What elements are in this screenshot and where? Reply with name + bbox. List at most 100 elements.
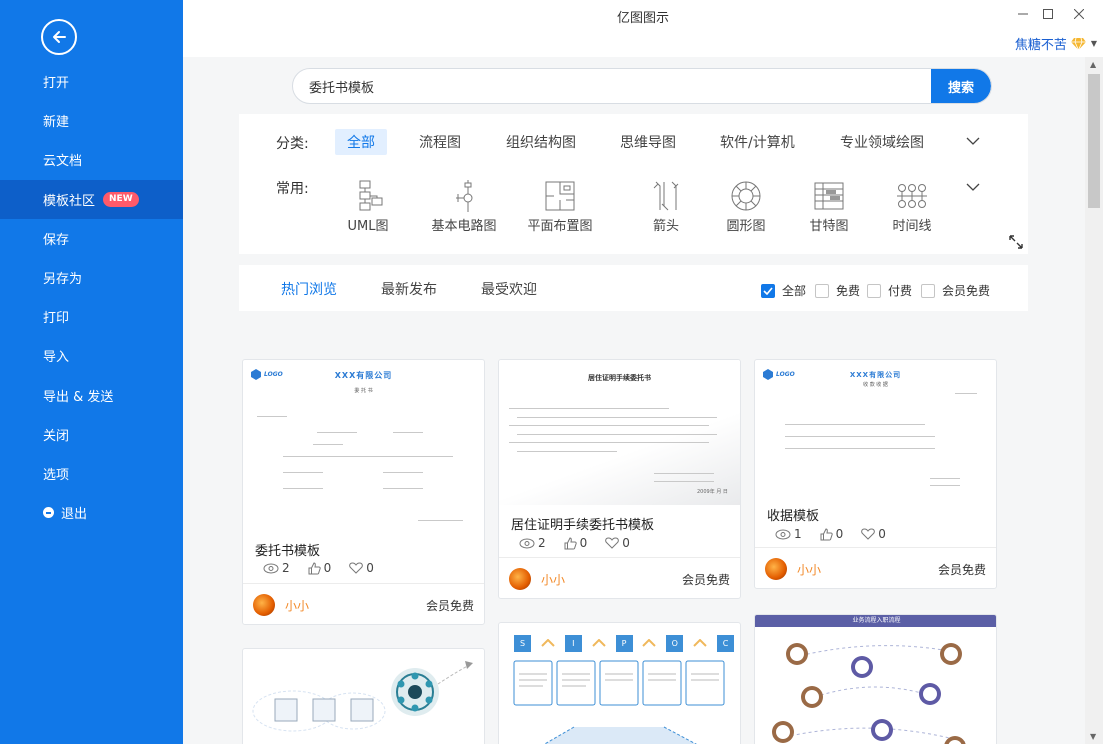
- search-input[interactable]: [293, 69, 933, 103]
- heart-icon: [349, 562, 364, 574]
- author-name[interactable]: 小小: [797, 561, 821, 578]
- price-label: 会员免费: [425, 599, 474, 613]
- sidebar-item-open[interactable]: 打开: [0, 62, 183, 101]
- template-card[interactable]: 居住证明手续委托书 2009年 月 日 居住证明手续委托书模板 2 0 0 小小…: [498, 359, 741, 599]
- checkbox-label: 付费: [888, 284, 913, 298]
- sidebar-item-export-send[interactable]: 导出 & 发送: [0, 376, 183, 415]
- sidebar-item-label: 保存: [43, 232, 70, 248]
- template-stats: 2 0 0: [263, 561, 392, 575]
- sidebar-menu: 打开 新建 云文档 模板社区 NEW 保存 另存为 打印 导入 导出 & 发送 …: [0, 62, 183, 532]
- sipoc-letter: I: [564, 634, 582, 652]
- common-label: 常用:: [276, 181, 309, 197]
- sidebar-item-label: 导入: [43, 350, 70, 366]
- common-circuit[interactable]: 基本电路图: [424, 180, 504, 234]
- sidebar-item-close[interactable]: 关闭: [0, 415, 183, 454]
- avatar[interactable]: [509, 568, 531, 590]
- back-button[interactable]: [41, 19, 77, 55]
- template-card[interactable]: [242, 648, 485, 744]
- likes-stat[interactable]: 0: [820, 527, 843, 541]
- gantt-icon: [814, 182, 844, 210]
- sidebar-item-save-as[interactable]: 另存为: [0, 258, 183, 297]
- template-title[interactable]: 居住证明手续委托书模板: [511, 514, 654, 533]
- template-card[interactable]: LOGO XXX有限公司 委 托 书 委托书模板 2 0 0 小小 会员免费: [242, 359, 485, 625]
- favorites-stat[interactable]: 0: [861, 527, 886, 541]
- category-all[interactable]: 全部: [335, 129, 387, 155]
- chevron-down-icon[interactable]: [966, 183, 980, 192]
- close-button[interactable]: [1069, 4, 1089, 24]
- avatar[interactable]: [765, 558, 787, 580]
- template-card[interactable]: 业务流程入职流程: [754, 614, 997, 744]
- scroll-down-icon[interactable]: ▼: [1090, 732, 1096, 741]
- sidebar-item-exit[interactable]: 退出: [0, 493, 183, 532]
- filter-free-checkbox[interactable]: 免费: [815, 282, 860, 299]
- avatar[interactable]: [253, 594, 275, 616]
- vertical-scrollbar[interactable]: ▲ ▼: [1085, 57, 1103, 744]
- sidebar-item-template-community[interactable]: 模板社区 NEW: [0, 179, 183, 219]
- scroll-up-icon[interactable]: ▲: [1090, 60, 1096, 69]
- common-arrow[interactable]: 箭头: [626, 180, 706, 234]
- chevron-up-icon: [642, 639, 657, 647]
- doc-title: 居住证明手续委托书: [588, 374, 651, 382]
- author-name[interactable]: 小小: [285, 597, 309, 614]
- views-stat: 1: [775, 527, 802, 541]
- category-org-chart[interactable]: 组织结构图: [494, 129, 588, 155]
- author-name[interactable]: 小小: [541, 571, 565, 588]
- sidebar-item-label: 选项: [43, 467, 70, 483]
- common-gantt[interactable]: 甘特图: [789, 180, 869, 234]
- sipoc-letter: S: [514, 634, 531, 652]
- filter-all-checkbox[interactable]: 全部: [761, 282, 806, 299]
- minimize-button[interactable]: [1013, 4, 1033, 24]
- maximize-button[interactable]: [1038, 4, 1058, 24]
- banner-title: 业务流程入职流程: [755, 615, 996, 627]
- template-title[interactable]: 委托书模板: [255, 540, 320, 559]
- template-community-content: 搜索 分类: 全部 流程图 组织结构图 思维导图 软件/计算机 专业领域绘图 常…: [183, 57, 1085, 744]
- favorites-stat[interactable]: 0: [605, 536, 630, 550]
- sidebar-item-save[interactable]: 保存: [0, 219, 183, 258]
- sidebar-item-label: 关闭: [43, 428, 70, 444]
- common-uml[interactable]: UML图: [328, 180, 408, 234]
- eye-icon: [263, 563, 279, 573]
- category-flowchart[interactable]: 流程图: [407, 129, 473, 155]
- expand-icon[interactable]: [1008, 234, 1024, 250]
- category-professional[interactable]: 专业领域绘图: [828, 129, 936, 155]
- sidebar-item-print[interactable]: 打印: [0, 297, 183, 336]
- thumbs-up-icon: [308, 561, 321, 574]
- search-button[interactable]: 搜索: [931, 69, 991, 103]
- tab-latest[interactable]: 最新发布: [381, 279, 437, 299]
- diamond-icon: [1070, 37, 1086, 50]
- maximize-icon: [1043, 9, 1053, 19]
- scroll-thumb[interactable]: [1088, 74, 1100, 208]
- floor-plan-icon: [545, 181, 575, 211]
- circle-chart-icon: [731, 181, 761, 211]
- filter-paid-checkbox[interactable]: 付费: [867, 282, 912, 299]
- sidebar-item-label: 打开: [43, 76, 70, 92]
- common-label-text: 箭头: [652, 219, 679, 234]
- category-software[interactable]: 软件/计算机: [708, 129, 807, 155]
- user-menu[interactable]: 焦糖不苦 ▼: [1015, 34, 1097, 53]
- template-card[interactable]: LOGO XXX有限公司 收 款 收 据 收据模板 1 0 0 小小 会员免费: [754, 359, 997, 589]
- sidebar-item-import[interactable]: 导入: [0, 336, 183, 375]
- likes-stat[interactable]: 0: [564, 536, 587, 550]
- filter-member-free-checkbox[interactable]: 会员免费: [921, 282, 990, 299]
- common-floor-plan[interactable]: 平面布置图: [520, 180, 600, 234]
- common-label-text: UML图: [347, 219, 389, 234]
- favorites-stat[interactable]: 0: [349, 561, 374, 575]
- template-card[interactable]: S I P O C: [498, 622, 741, 744]
- common-timeline[interactable]: 时间线: [872, 180, 952, 234]
- tab-popular[interactable]: 最受欢迎: [481, 279, 537, 299]
- sidebar-item-new[interactable]: 新建: [0, 101, 183, 140]
- search-bar: 搜索: [292, 68, 992, 104]
- category-label: 分类:: [276, 136, 309, 152]
- sidebar-item-cloud-docs[interactable]: 云文档: [0, 140, 183, 179]
- chevron-down-icon[interactable]: [966, 137, 980, 146]
- template-title[interactable]: 收据模板: [767, 505, 819, 524]
- likes-stat[interactable]: 0: [308, 561, 331, 575]
- template-thumbnail: LOGO XXX有限公司 委 托 书: [243, 360, 484, 530]
- tab-hot[interactable]: 热门浏览: [281, 279, 337, 299]
- checkbox-checked: [761, 283, 775, 298]
- price-label: 会员免费: [937, 563, 986, 577]
- sidebar-item-options[interactable]: 选项: [0, 454, 183, 493]
- new-badge: NEW: [103, 191, 139, 207]
- common-circle-chart[interactable]: 圆形图: [706, 180, 786, 234]
- category-mind-map[interactable]: 思维导图: [608, 129, 688, 155]
